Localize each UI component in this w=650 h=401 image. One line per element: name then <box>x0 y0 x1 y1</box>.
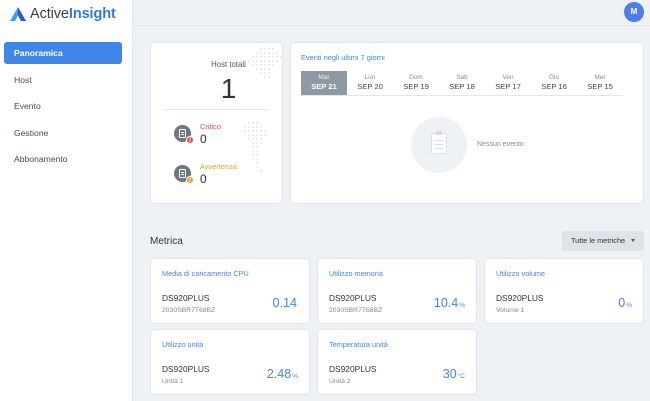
metric-device: DS920PLUS <box>162 364 210 374</box>
events-title: Eventi negli ultimi 7 giorni <box>301 53 385 62</box>
metric-subtitle: 2030SBR7T68BZ <box>162 307 216 314</box>
metric-subtitle: Unità 1 <box>162 378 184 385</box>
server-critical-icon: ! <box>174 125 194 144</box>
tab-date: SEP 15 <box>587 82 613 91</box>
caret-down-icon <box>631 239 635 242</box>
metric-value: 0% <box>618 296 632 310</box>
metric-subtitle: Unità 2 <box>329 378 351 385</box>
warning-hosts[interactable]: ! Avvertenza 0 <box>174 162 237 186</box>
tab-weekday: Lun <box>364 74 376 81</box>
clipboard-icon <box>431 131 447 154</box>
sidebar-item-abbonamento[interactable]: Abbonamento <box>4 148 122 170</box>
app-logo[interactable]: ActiveInsight <box>10 6 116 22</box>
sidebar: ActiveInsight Panoramica Host Evento Ges… <box>0 0 133 401</box>
tab-date: SEP 16 <box>541 82 567 91</box>
tab-day-sep-16[interactable]: Gio SEP 16 <box>531 71 577 95</box>
user-avatar[interactable]: M <box>624 2 644 22</box>
tab-weekday: Mar <box>318 74 330 81</box>
sidebar-item-panoramica[interactable]: Panoramica <box>4 42 122 64</box>
metric-value: 30°C <box>442 367 465 381</box>
day-tabs: Mar SEP 21 Lun SEP 20 Dom SEP 19 Sab SEP… <box>301 71 623 96</box>
metric-title: Utilizzo volume <box>496 269 546 278</box>
tab-date: SEP 21 <box>311 82 337 91</box>
tab-date: SEP 19 <box>403 82 429 91</box>
sidebar-nav: Panoramica Host Evento Gestione Abboname… <box>4 42 122 175</box>
critical-hosts[interactable]: ! Critico 0 <box>174 122 221 146</box>
total-hosts-label: Host totali <box>211 60 246 69</box>
app-name: ActiveInsight <box>30 6 116 22</box>
metric-subtitle: Volume 1 <box>496 307 525 314</box>
sidebar-item-host[interactable]: Host <box>4 69 122 91</box>
metric-value: 10.4% <box>433 296 465 310</box>
metric-title: Media di caricamento CPU <box>162 269 249 278</box>
logo-icon <box>10 7 26 21</box>
hosts-summary-card: Host totali 1 ! Critico 0 ! Avvertenza 0 <box>150 42 283 204</box>
metrics-title: Metrica <box>150 236 183 247</box>
tab-day-sep-19[interactable]: Dom SEP 19 <box>393 71 439 95</box>
metric-device: DS920PLUS <box>329 364 377 374</box>
warning-count: 0 <box>200 172 207 186</box>
tab-date: SEP 17 <box>495 82 521 91</box>
metric-card-memory[interactable]: Utilizzo memoria DS920PLUS 2030SBR7T68BZ… <box>317 258 477 324</box>
critical-count: 0 <box>200 132 207 146</box>
empty-state-illustration <box>411 117 467 173</box>
tab-date: SEP 18 <box>449 82 475 91</box>
metric-value: 0.14 <box>272 296 297 310</box>
metric-value: 2.48% <box>266 367 298 381</box>
warning-label: Avvertenza <box>200 162 237 171</box>
metric-device: DS920PLUS <box>162 293 210 303</box>
tab-day-sep-20[interactable]: Lun SEP 20 <box>347 71 393 95</box>
metric-device: DS920PLUS <box>496 293 544 303</box>
tab-day-sep-17[interactable]: Ven SEP 17 <box>485 71 531 95</box>
tab-weekday: Sab <box>456 74 468 81</box>
critical-label: Critico <box>200 122 221 131</box>
tab-weekday: Ven <box>502 74 514 81</box>
divider <box>164 109 269 110</box>
metric-title: Utilizzo unità <box>162 340 204 349</box>
tab-day-sep-15[interactable]: Mer SEP 15 <box>577 71 623 95</box>
metrics-filter-label: Tutte le metriche <box>571 236 626 245</box>
events-card: Eventi negli ultimi 7 giorni Mar SEP 21 … <box>290 42 644 204</box>
metric-card-drive-usage[interactable]: Utilizzo unità DS920PLUS Unità 1 2.48% <box>150 329 310 395</box>
sidebar-item-evento[interactable]: Evento <box>4 95 122 117</box>
server-warning-icon: ! <box>174 165 194 184</box>
tab-day-sep-21[interactable]: Mar SEP 21 <box>301 71 347 95</box>
total-hosts-count: 1 <box>220 73 237 104</box>
tab-weekday: Mer <box>594 74 606 81</box>
tab-weekday: Dom <box>409 74 423 81</box>
metric-title: Utilizzo memoria <box>329 269 383 278</box>
empty-state-text: Nessun evento <box>477 141 524 148</box>
metric-title: Temperatura unità <box>329 340 388 349</box>
tab-day-sep-18[interactable]: Sab SEP 18 <box>439 71 485 95</box>
tab-weekday: Gio <box>548 74 560 81</box>
metric-device: DS920PLUS <box>329 293 377 303</box>
tab-date: SEP 20 <box>357 82 383 91</box>
metric-card-drive-temperature[interactable]: Temperatura unità DS920PLUS Unità 2 30°C <box>317 329 477 395</box>
metric-subtitle: 2030SBR7T68BZ <box>329 307 383 314</box>
metric-card-cpu[interactable]: Media di caricamento CPU DS920PLUS 2030S… <box>150 258 310 324</box>
sidebar-item-gestione[interactable]: Gestione <box>4 122 122 144</box>
metric-card-volume[interactable]: Utilizzo volume DS920PLUS Volume 1 0% <box>484 258 644 324</box>
top-bar: M <box>133 0 650 26</box>
metrics-filter-dropdown[interactable]: Tutte le metriche <box>562 231 644 251</box>
